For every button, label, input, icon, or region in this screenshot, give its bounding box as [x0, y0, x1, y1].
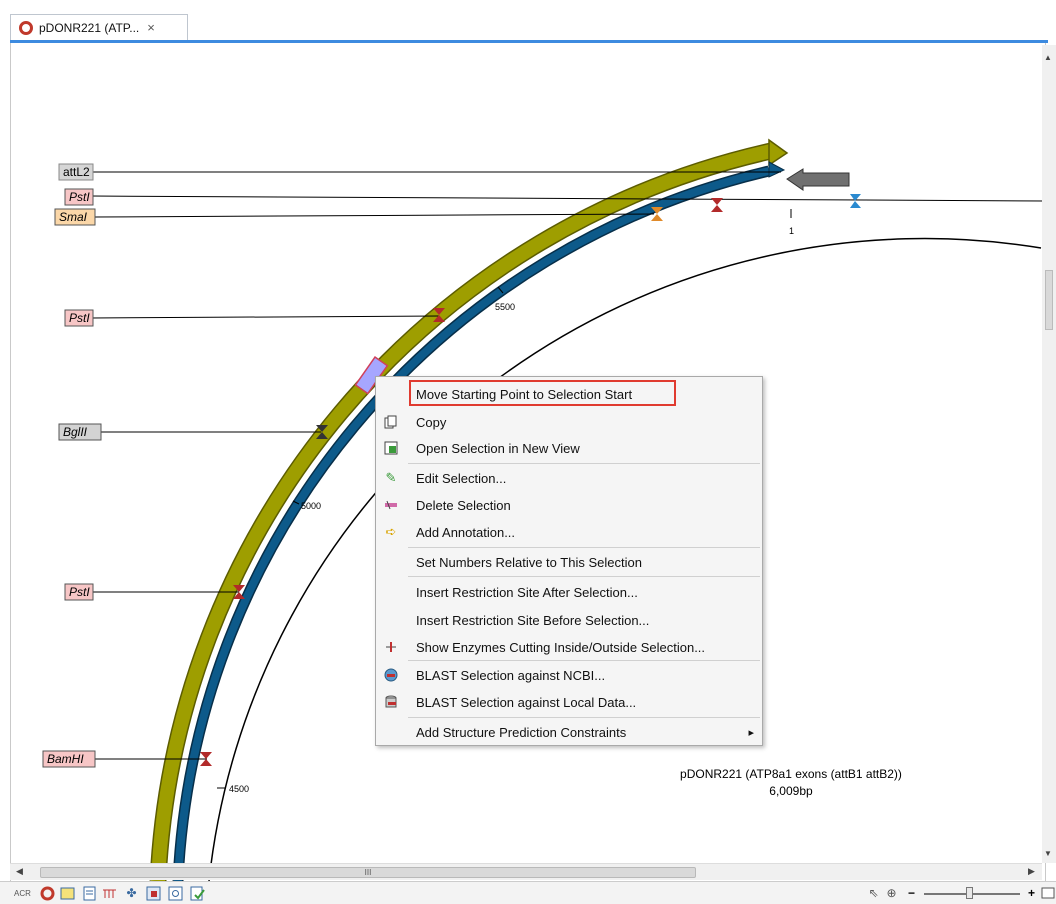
svg-text:BamHI: BamHI: [47, 752, 84, 766]
menu-separator: [408, 463, 760, 464]
horizontal-scroll-thumb[interactable]: III: [40, 867, 696, 878]
horizontal-scrollbar[interactable]: ◀ III ▶: [10, 863, 1042, 880]
zoom-out-button[interactable]: −: [904, 886, 919, 901]
label-attl2[interactable]: attL2: [58, 163, 94, 181]
site-marker-blue[interactable]: [850, 194, 861, 208]
zoom-in-button[interactable]: +: [1024, 886, 1039, 901]
label-bglii[interactable]: BglII: [58, 423, 102, 441]
status-bar: ACR ✤ ⇖ ⊕ − +: [0, 881, 1056, 904]
blast-local-icon: [376, 690, 406, 714]
menu-item-blast-local[interactable]: BLAST Selection against Local Data...: [376, 690, 762, 714]
menu-item-edit-selection[interactable]: ✎ Edit Selection...: [376, 466, 762, 490]
pointer-icon[interactable]: ⇖: [866, 886, 881, 901]
menu-item-show-enzymes[interactable]: Show Enzymes Cutting Inside/Outside Sele…: [376, 635, 762, 659]
menu-item-copy[interactable]: Copy: [376, 410, 762, 434]
menu-separator: [408, 660, 760, 661]
scroll-down-icon[interactable]: ▼: [1044, 849, 1052, 858]
svg-text:attL2: attL2: [63, 165, 90, 179]
menu-item-insert-before[interactable]: Insert Restriction Site Before Selection…: [376, 608, 762, 632]
label-smai[interactable]: SmaI: [54, 208, 96, 226]
close-icon[interactable]: ×: [147, 20, 155, 35]
enzymes-view-icon[interactable]: [102, 886, 117, 901]
scroll-left-icon[interactable]: ◀: [16, 866, 23, 877]
pencil-icon: ✎: [385, 470, 397, 485]
position-label-4500: 4500: [229, 784, 249, 794]
menu-separator: [408, 717, 760, 718]
svg-text:BglII: BglII: [63, 425, 88, 439]
graph-icon[interactable]: ✤: [124, 886, 139, 901]
svg-text:SmaI: SmaI: [59, 210, 88, 224]
label-psti-3[interactable]: PstI: [64, 583, 94, 601]
text-view-icon[interactable]: [82, 886, 97, 901]
blue-arrowhead: [768, 161, 786, 178]
label-bamhi[interactable]: BamHI: [42, 750, 96, 768]
label-psti-2[interactable]: PstI: [64, 309, 94, 327]
delete-selection-icon: [376, 493, 406, 517]
vertical-scrollbar[interactable]: ▲ ▼: [1042, 45, 1056, 863]
enzymes-icon: [376, 635, 406, 659]
blast-ncbi-icon: [376, 663, 406, 687]
zoom-icon[interactable]: ⊕: [884, 886, 899, 901]
menu-item-add-annotation[interactable]: ➪ Add Annotation...: [376, 520, 762, 544]
sequence-view-icon[interactable]: [60, 886, 75, 901]
map-length: 6,009bp: [769, 784, 813, 798]
submenu-arrow-icon: ▸: [748, 726, 754, 739]
psti-connector-2: [90, 315, 440, 319]
highlight-annotation-box: [409, 380, 676, 406]
tab-bar: pDONR221 (ATP... ×: [0, 0, 1056, 43]
tab-pdonr221[interactable]: pDONR221 (ATP... ×: [10, 14, 188, 40]
label-psti-1[interactable]: PstI: [64, 188, 94, 206]
tab-title: pDONR221 (ATP...: [39, 20, 140, 35]
menu-separator: [408, 547, 760, 548]
fit-width-icon[interactable]: [1040, 886, 1055, 901]
circular-view-icon[interactable]: [40, 886, 55, 901]
menu-separator: [408, 576, 760, 577]
svg-text:PstI: PstI: [69, 311, 90, 325]
position-label-5500: 5500: [495, 302, 515, 312]
app-window: pDONR221 (ATP... × 1 5500 5000 4500 attL…: [0, 0, 1056, 904]
annotation-icon[interactable]: [190, 886, 205, 901]
map-title: pDONR221 (ATP8a1 exons (attB1 attB2)): [680, 767, 902, 781]
menu-item-blast-ncbi[interactable]: BLAST Selection against NCBI...: [376, 663, 762, 687]
table-icon[interactable]: [146, 886, 161, 901]
svg-text:PstI: PstI: [69, 585, 90, 599]
svg-text:PstI: PstI: [69, 190, 90, 204]
position-label-1: 1: [789, 226, 794, 236]
scroll-up-icon[interactable]: ▲: [1044, 53, 1052, 62]
new-view-icon: [376, 436, 406, 460]
history-icon[interactable]: [168, 886, 183, 901]
site-marker-psti-1[interactable]: [711, 198, 723, 212]
circular-sequence-icon: [19, 20, 33, 35]
menu-item-delete-selection[interactable]: Delete Selection: [376, 493, 762, 517]
menu-item-open-selection[interactable]: Open Selection in New View: [376, 436, 762, 460]
menu-item-structure-constraints[interactable]: Add Structure Prediction Constraints ▸: [376, 720, 762, 744]
scroll-right-icon[interactable]: ▶: [1028, 866, 1035, 877]
menu-item-insert-after[interactable]: Insert Restriction Site After Selection.…: [376, 580, 762, 604]
zoom-slider-thumb[interactable]: [966, 887, 973, 899]
acr-icon[interactable]: ACR: [14, 886, 31, 901]
psti-connector-1: [90, 195, 1045, 202]
position-label-5000: 5000: [301, 501, 321, 511]
gray-feature-arrow[interactable]: [786, 168, 850, 191]
copy-icon: [376, 410, 406, 434]
menu-item-set-numbers[interactable]: Set Numbers Relative to This Selection: [376, 550, 762, 574]
attL2-arrowhead: [768, 138, 789, 167]
context-menu: Move Starting Point to Selection Start C…: [375, 376, 763, 746]
add-annotation-icon: ➪: [385, 524, 397, 539]
vertical-scroll-thumb[interactable]: [1045, 270, 1053, 330]
